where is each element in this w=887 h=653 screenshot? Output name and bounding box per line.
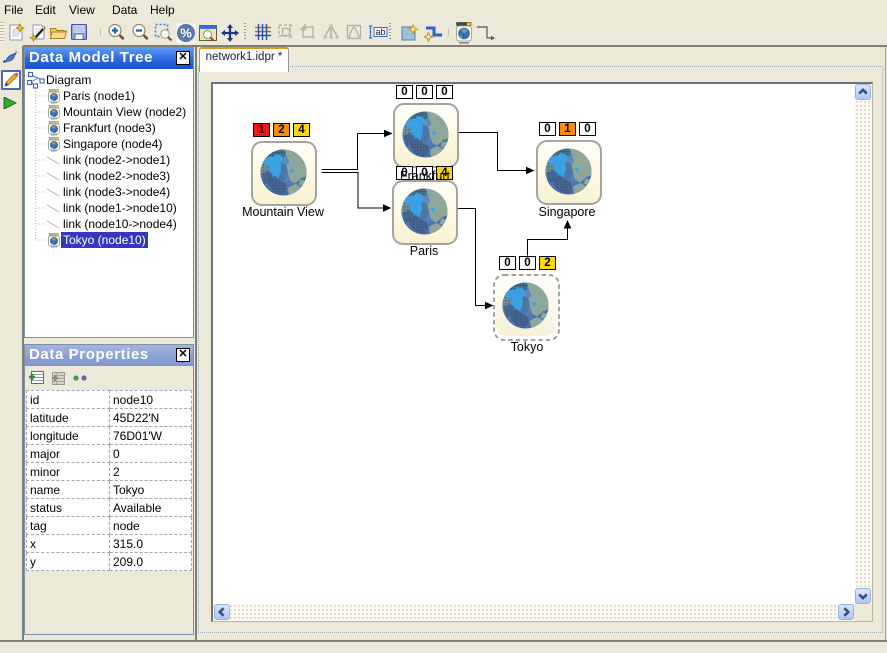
svg-text:ab: ab — [375, 27, 385, 37]
svg-text:%: % — [180, 26, 192, 41]
